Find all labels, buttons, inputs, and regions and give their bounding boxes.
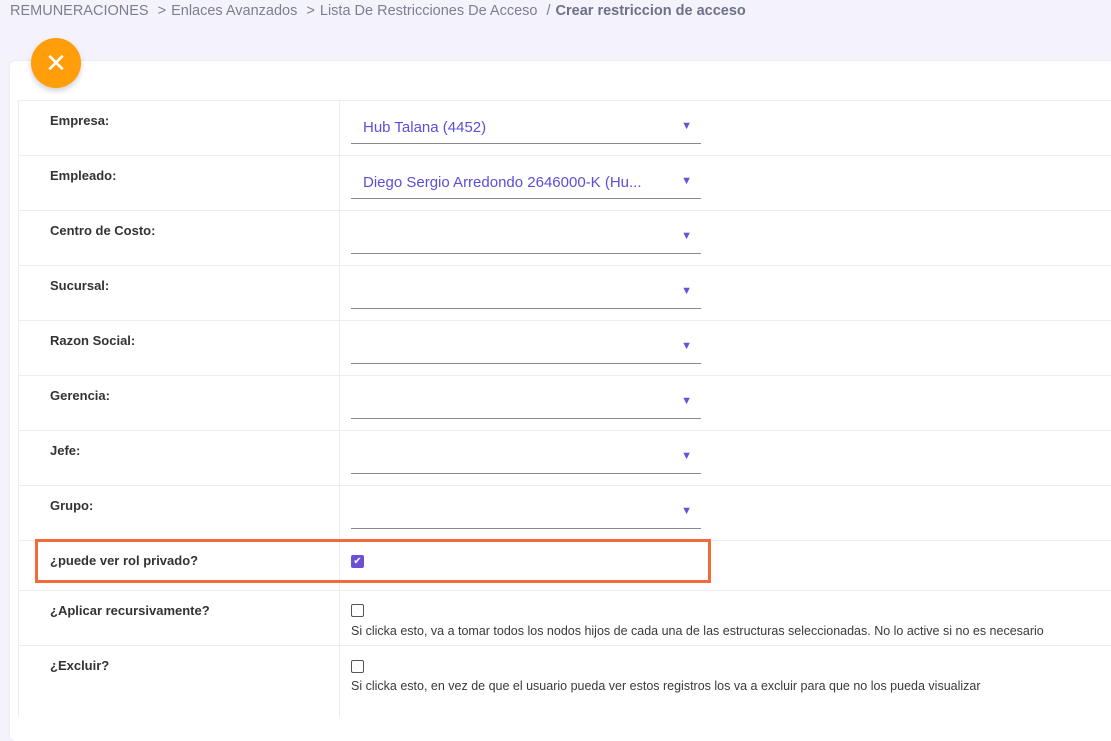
jefe-select[interactable]: ▼ — [351, 443, 701, 474]
field-label: ¿puede ver rol privado? — [18, 541, 340, 590]
select-value: Hub Talana (4452) — [363, 119, 487, 136]
caret-down-icon: ▼ — [681, 230, 692, 242]
field-label: Gerencia: — [18, 376, 340, 430]
caret-down-icon: ▼ — [681, 340, 692, 352]
breadcrumb-item-enlaces-avanzados[interactable]: Enlaces Avanzados — [171, 3, 297, 19]
form-row-gerencia: Gerencia: ▼ — [18, 375, 1111, 430]
form-row-centro-costo: Centro de Costo: ▼ — [18, 210, 1111, 265]
caret-down-icon: ▼ — [681, 395, 692, 407]
razon-social-select[interactable]: ▼ — [351, 333, 701, 364]
field-label: Sucursal: — [18, 266, 340, 320]
close-icon: ✕ — [45, 47, 67, 78]
excluir-checkbox[interactable] — [351, 660, 364, 673]
form-row-rol-privado: ¿puede ver rol privado? ✔ — [18, 540, 1111, 590]
grupo-select[interactable]: ▼ — [351, 498, 701, 529]
caret-down-icon: ▼ — [681, 120, 692, 132]
field-label: Centro de Costo: — [18, 211, 340, 265]
rol-privado-checkbox[interactable]: ✔ — [351, 555, 364, 568]
field-label: Empresa: — [18, 101, 340, 155]
form-row-empresa: Empresa: Hub Talana (4452) ▼ — [18, 100, 1111, 155]
recursivo-help-text: Si clicka esto, va a tomar todos los nod… — [351, 624, 1044, 638]
breadcrumb-item-remuneraciones[interactable]: REMUNERACIONES — [10, 3, 149, 19]
form-row-empleado: Empleado: Diego Sergio Arredondo 2646000… — [18, 155, 1111, 210]
field-label: ¿Aplicar recursivamente? — [18, 591, 340, 645]
caret-down-icon: ▼ — [681, 175, 692, 187]
breadcrumb-separator: > — [306, 3, 315, 19]
breadcrumb-current: Crear restriccion de acceso — [555, 3, 746, 19]
breadcrumb: REMUNERACIONES > Enlaces Avanzados > Lista… — [10, 3, 746, 19]
select-value: Diego Sergio Arredondo 2646000-K (Hu... — [363, 174, 642, 191]
field-label: Razon Social: — [18, 321, 340, 375]
empresa-select[interactable]: Hub Talana (4452) ▼ — [351, 113, 701, 144]
caret-down-icon: ▼ — [681, 285, 692, 297]
caret-down-icon: ▼ — [681, 505, 692, 517]
breadcrumb-separator: / — [546, 3, 551, 19]
form-row-jefe: Jefe: ▼ — [18, 430, 1111, 485]
centro-costo-select[interactable]: ▼ — [351, 223, 701, 254]
excluir-help-text: Si clicka esto, en vez de que el usuario… — [351, 679, 981, 693]
form-row-razon-social: Razon Social: ▼ — [18, 320, 1111, 375]
field-label: Empleado: — [18, 156, 340, 210]
field-label: ¿Excluir? — [18, 646, 340, 717]
gerencia-select[interactable]: ▼ — [351, 388, 701, 419]
form-row-recursivo: ¿Aplicar recursivamente? Si clicka esto,… — [18, 590, 1111, 645]
field-label: Grupo: — [18, 486, 340, 540]
close-button[interactable]: ✕ — [31, 38, 81, 88]
breadcrumb-item-lista-restricciones[interactable]: Lista De Restricciones De Acceso — [320, 3, 538, 19]
recursivo-checkbox[interactable] — [351, 604, 364, 617]
breadcrumb-separator: > — [157, 3, 167, 19]
restriction-form: Empresa: Hub Talana (4452) ▼ Empleado: D… — [18, 100, 1111, 717]
caret-down-icon: ▼ — [681, 450, 692, 462]
check-icon: ✔ — [353, 556, 362, 567]
form-row-excluir: ¿Excluir? Si clicka esto, en vez de que … — [18, 645, 1111, 717]
sucursal-select[interactable]: ▼ — [351, 278, 701, 309]
form-row-sucursal: Sucursal: ▼ — [18, 265, 1111, 320]
field-label: Jefe: — [18, 431, 340, 485]
form-row-grupo: Grupo: ▼ — [18, 485, 1111, 540]
empleado-select[interactable]: Diego Sergio Arredondo 2646000-K (Hu... … — [351, 168, 701, 199]
